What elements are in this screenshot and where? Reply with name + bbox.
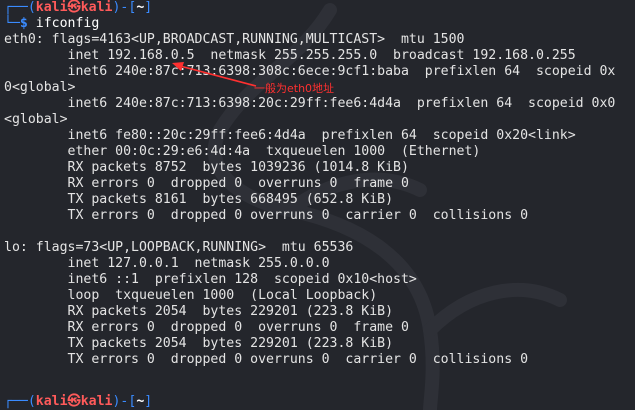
output-line: inet6 ::1 prefixlen 128 scopeid 0x10<hos… (4, 272, 417, 287)
output-line: RX errors 0 dropped 0 overruns 0 frame 0 (4, 320, 409, 335)
output-line: inet6 240e:87c:713:6398:20c:29ff:fee6:4d… (4, 96, 616, 111)
prompt-user: kali (35, 0, 68, 15)
prompt-frame-bottom: └─ (4, 16, 20, 31)
prompt-dir-open: )-[ (112, 394, 137, 409)
annotation-arrow-icon (172, 62, 257, 87)
output-line: RX packets 2054 bytes 229201 (223.8 KiB) (4, 304, 394, 319)
prompt-dir-close: ] (144, 394, 153, 409)
output-line: inet 192.168.0.5 netmask 255.255.255.0 b… (4, 48, 576, 63)
output-line: ether 00:0c:29:e6:4d:4a txqueuelen 1000 … (4, 144, 481, 159)
prompt-at-symbol: ㉿ (67, 0, 81, 15)
command-text: ifconfig (27, 16, 100, 31)
prompt-frame-top: ┌──( (4, 0, 36, 15)
terminal-window[interactable]: ┌──(kali㉿kali)-[~] └─$ ifconfig eth0: fl… (0, 0, 635, 410)
output-line: TX errors 0 dropped 0 overruns 0 carrier… (4, 352, 529, 367)
output-line: eth0: flags=4163<UP,BROADCAST,RUNNING,MU… (4, 32, 465, 47)
output-line: inet6 240e:87c:713:6398:308c:6ece:9cf1:b… (4, 64, 616, 79)
output-line: lo: flags=73<UP,LOOPBACK,RUNNING> mtu 65… (4, 240, 354, 255)
prompt-at-symbol: ㉿ (67, 394, 81, 409)
output-line: <global> (4, 112, 68, 127)
prompt-host: kali (80, 0, 113, 15)
prompt-header-next: ┌──(kali㉿kali)-[~] (4, 394, 152, 410)
annotation-label: 一般为eth0地址 (254, 82, 335, 95)
output-line: TX packets 8161 bytes 668495 (652.8 KiB) (4, 192, 394, 207)
output-line: RX errors 0 dropped 0 overruns 0 frame 0 (4, 176, 409, 191)
prompt-dollar: $ (19, 16, 28, 31)
prompt-dir-open: )-[ (112, 0, 137, 15)
prompt-frame-top: ┌──( (4, 394, 36, 409)
output-line: TX errors 0 dropped 0 overruns 0 carrier… (4, 208, 529, 223)
prompt-dir-close: ] (144, 0, 153, 15)
prompt-host: kali (80, 394, 113, 409)
prompt-user: kali (35, 394, 68, 409)
output-line: RX packets 8752 bytes 1039236 (1014.8 Ki… (4, 160, 409, 175)
command-line: └─$ ifconfig (4, 16, 99, 32)
output-line: TX packets 2054 bytes 229201 (223.8 KiB) (4, 336, 394, 351)
output-line: inet6 fe80::20c:29ff:fee6:4d4a prefixlen… (4, 128, 576, 143)
output-line: loop txqueuelen 1000 (Local Loopback) (4, 288, 378, 303)
prompt-header: ┌──(kali㉿kali)-[~] (4, 0, 152, 16)
output-line: 0<global> (4, 80, 76, 95)
output-line: inet 127.0.0.1 netmask 255.0.0.0 (4, 256, 330, 271)
